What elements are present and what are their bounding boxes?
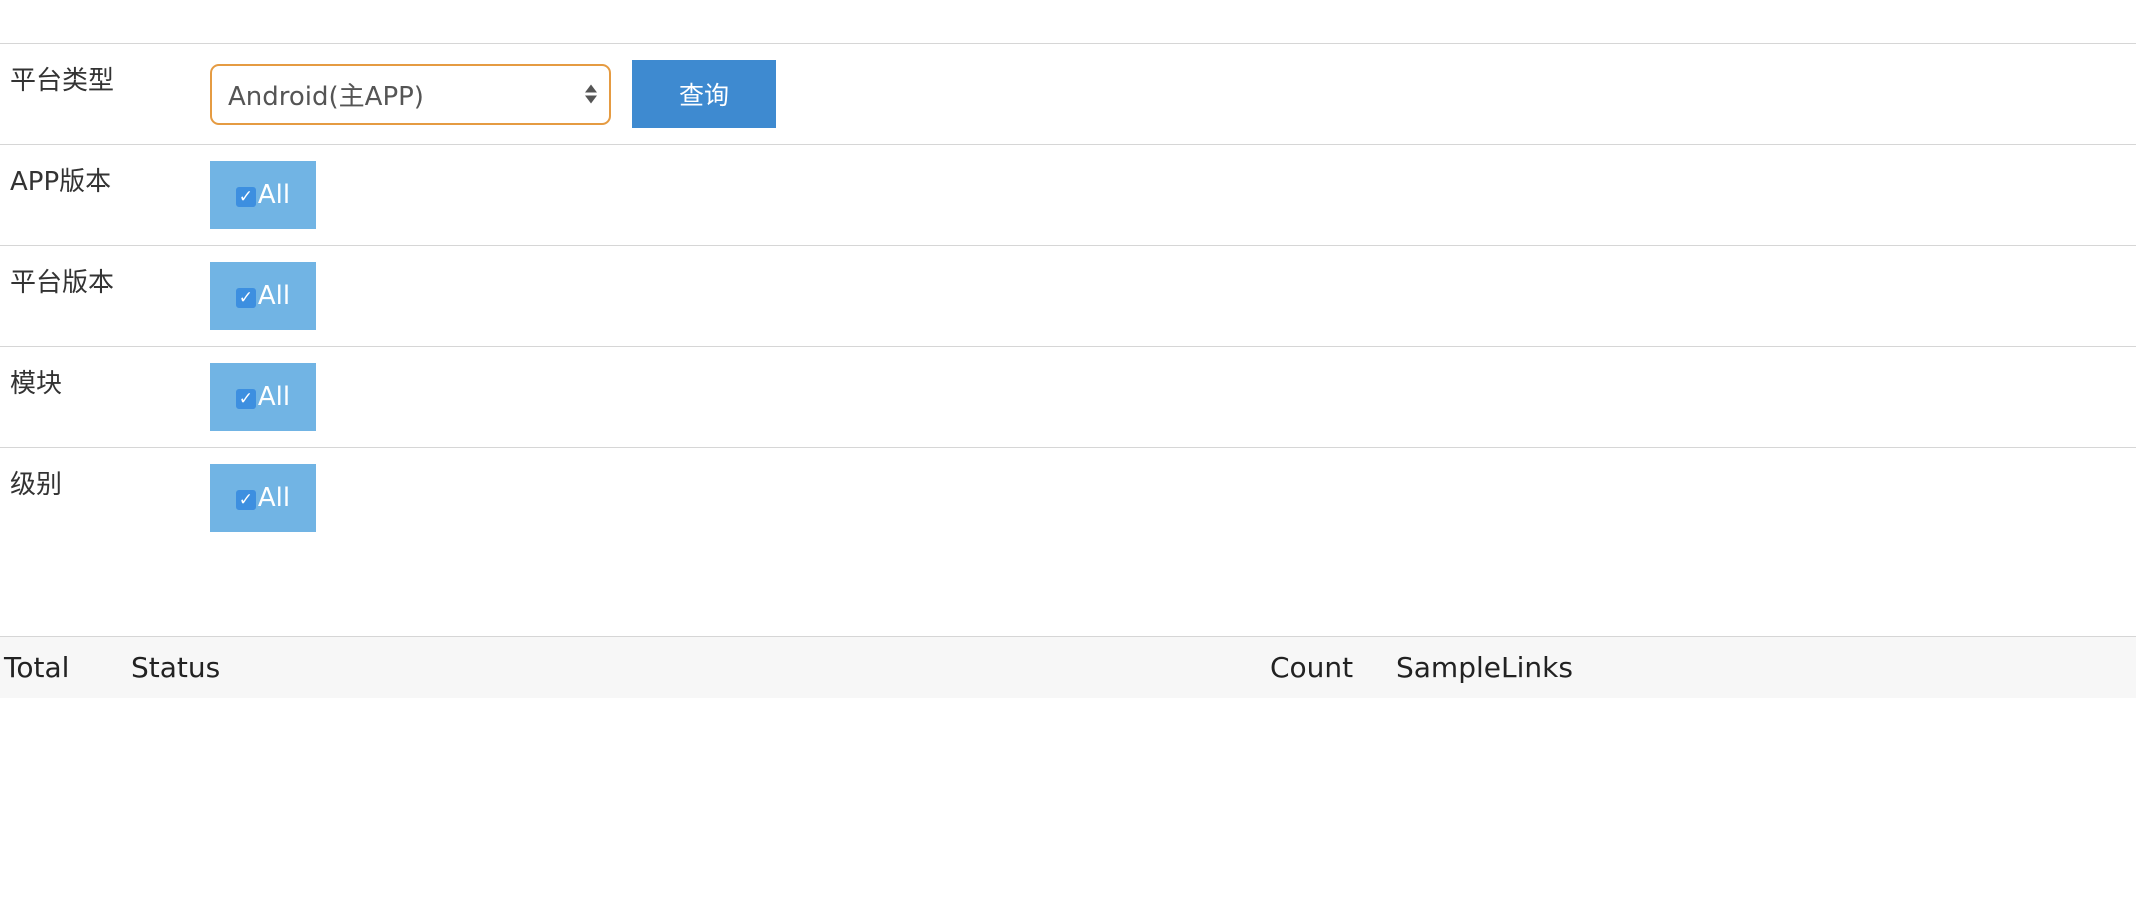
column-header-total[interactable]: Total bbox=[4, 651, 69, 685]
level-controls: ✓ All bbox=[210, 448, 316, 532]
platform-select-value: Android(主APP) bbox=[228, 81, 424, 112]
level-label: 级别 bbox=[10, 470, 63, 500]
filter-row-module: 模块 ✓ All bbox=[0, 347, 2136, 448]
platform-version-controls: ✓ All bbox=[210, 246, 316, 330]
filter-row-app-version: APP版本 ✓ All bbox=[0, 145, 2136, 246]
column-header-count[interactable]: Count bbox=[1270, 651, 1353, 685]
app-version-all-label: All bbox=[257, 180, 291, 210]
select-updown-arrows-icon bbox=[585, 84, 597, 104]
arrow-down-icon bbox=[585, 95, 597, 104]
arrow-up-icon bbox=[585, 84, 597, 93]
app-version-controls: ✓ All bbox=[210, 145, 316, 229]
platform-version-all-toggle[interactable]: ✓ All bbox=[210, 262, 316, 330]
filter-row-platform-version: 平台版本 ✓ All bbox=[0, 246, 2136, 347]
module-all-toggle[interactable]: ✓ All bbox=[210, 363, 316, 431]
platform-version-label: 平台版本 bbox=[10, 268, 115, 298]
platform-version-all-label: All bbox=[257, 281, 291, 311]
checkbox-checked-icon[interactable]: ✓ bbox=[235, 490, 256, 510]
module-all-label: All bbox=[257, 382, 291, 412]
filter-form: 平台类型 Android(主APP) 查询 APP版本 ✓ All 平台版本 ✓… bbox=[0, 43, 2136, 549]
app-version-all-toggle[interactable]: ✓ All bbox=[210, 161, 316, 229]
level-all-label: All bbox=[257, 483, 291, 513]
platform-controls: Android(主APP) 查询 bbox=[210, 44, 776, 128]
platform-select[interactable]: Android(主APP) bbox=[210, 63, 611, 125]
level-all-toggle[interactable]: ✓ All bbox=[210, 464, 316, 532]
column-header-status[interactable]: Status bbox=[131, 651, 220, 685]
module-controls: ✓ All bbox=[210, 347, 316, 431]
filter-row-platform: 平台类型 Android(主APP) 查询 bbox=[0, 44, 2136, 145]
page: 平台类型 Android(主APP) 查询 APP版本 ✓ All 平台版本 ✓… bbox=[0, 0, 2136, 906]
filter-row-level: 级别 ✓ All bbox=[0, 448, 2136, 549]
checkbox-checked-icon[interactable]: ✓ bbox=[235, 187, 256, 207]
module-label: 模块 bbox=[10, 369, 63, 399]
platform-type-label: 平台类型 bbox=[10, 66, 115, 96]
checkbox-checked-icon[interactable]: ✓ bbox=[235, 389, 256, 409]
query-button[interactable]: 查询 bbox=[632, 60, 776, 128]
checkbox-checked-icon[interactable]: ✓ bbox=[235, 288, 256, 308]
app-version-label: APP版本 bbox=[10, 167, 112, 197]
column-header-samplelinks[interactable]: SampleLinks bbox=[1396, 651, 1573, 685]
results-table-header: Total Status Count SampleLinks bbox=[0, 636, 2136, 698]
